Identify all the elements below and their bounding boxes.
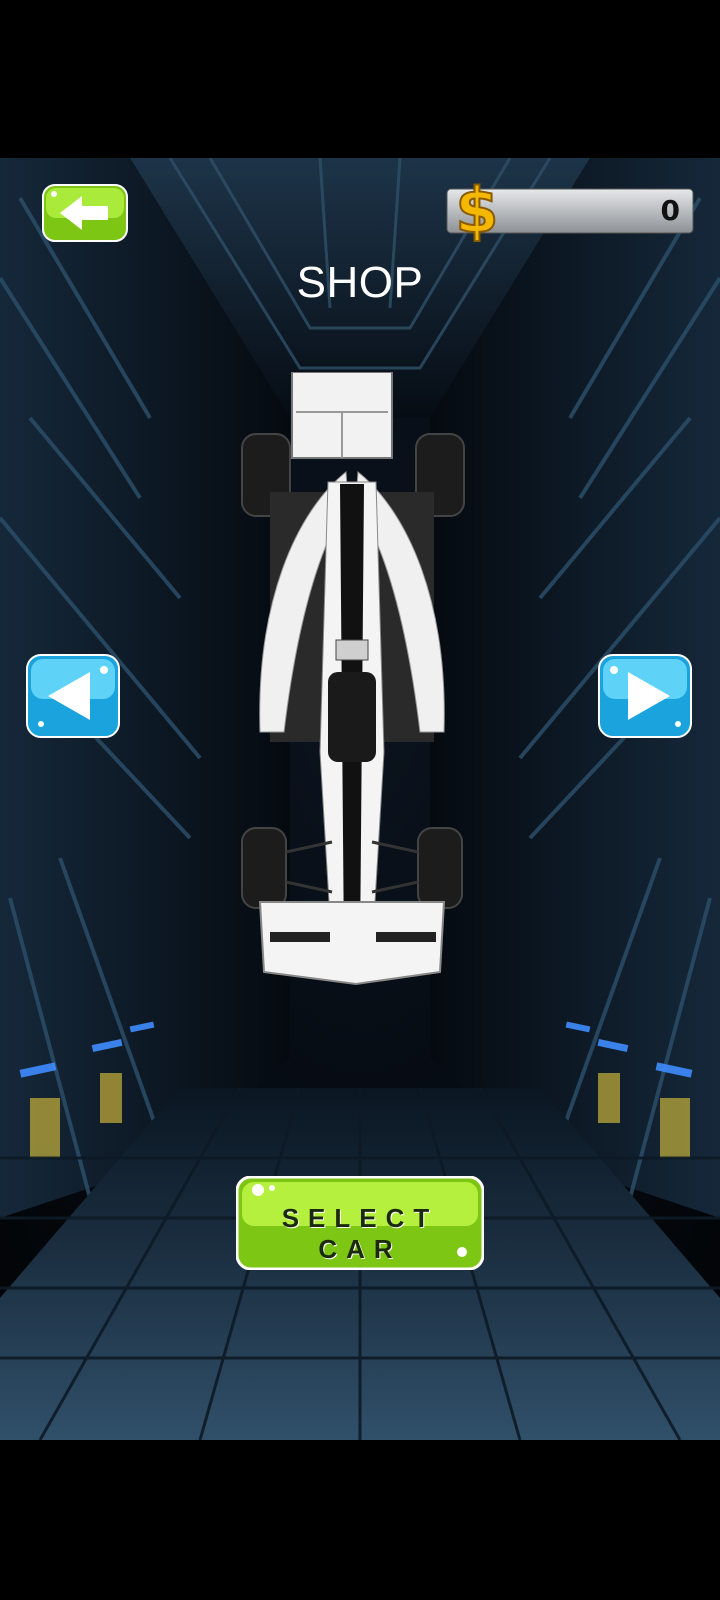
right-triangle-icon [598, 654, 692, 738]
formula-car-image [241, 371, 465, 986]
next-car-button[interactable] [598, 654, 692, 738]
svg-text:$: $ [455, 176, 498, 242]
dollar-coin-icon: $ [446, 173, 508, 248]
race-car-preview [236, 371, 476, 1014]
select-car-label: SELECT CAR [281, 1203, 439, 1264]
coin-count: 0 [660, 194, 680, 227]
left-triangle-icon [26, 654, 120, 738]
back-button[interactable] [42, 184, 128, 242]
back-arrow-icon [42, 184, 128, 242]
page-title: SHOP [296, 258, 424, 307]
previous-car-button[interactable] [26, 654, 120, 738]
